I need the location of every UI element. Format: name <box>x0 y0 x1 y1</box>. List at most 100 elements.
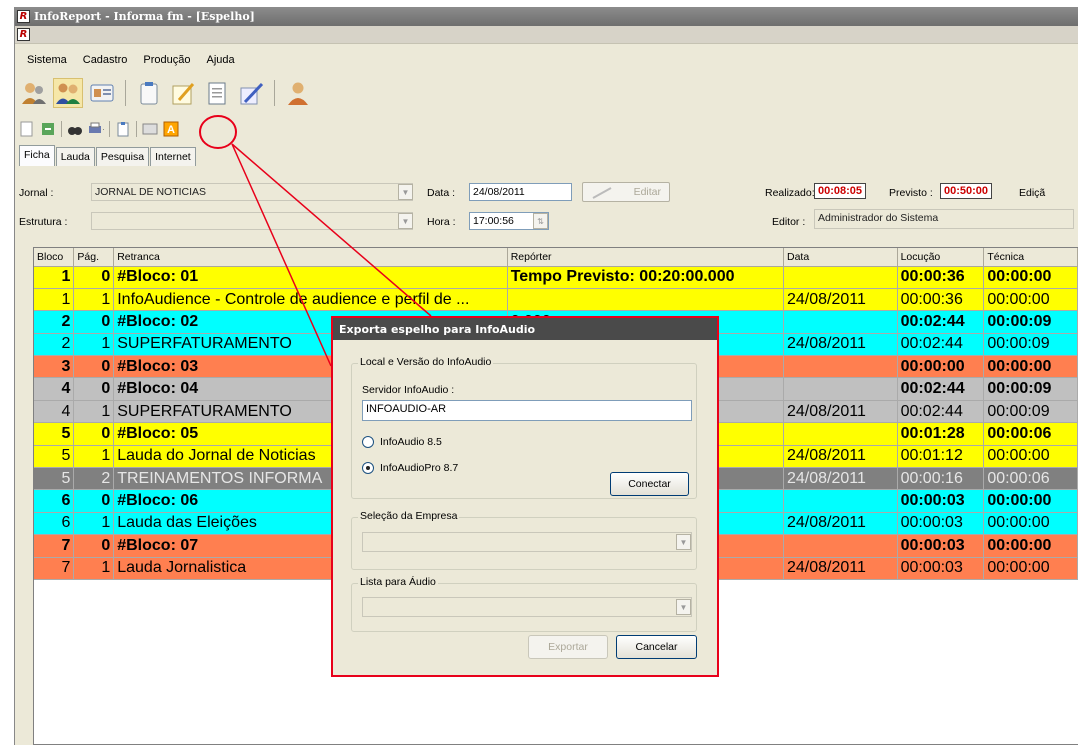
list-icon[interactable] <box>142 121 158 137</box>
col-pag[interactable]: Pág. <box>73 248 115 267</box>
cell-tecnica[interactable]: 00:00:00 <box>983 489 1078 513</box>
cell-data[interactable]: 24/08/2011 <box>783 400 898 424</box>
cell-pag[interactable]: 0 <box>73 377 115 401</box>
cell-bloco[interactable]: 7 <box>34 557 75 580</box>
estrutura-dropdown[interactable] <box>91 212 413 230</box>
radio-button[interactable] <box>362 436 374 448</box>
menu-ajuda[interactable]: Ajuda <box>206 54 234 66</box>
cell-data[interactable] <box>783 355 898 379</box>
lista-dropdown[interactable] <box>362 597 692 617</box>
cell-retranca[interactable]: #Bloco: 01 <box>113 266 508 289</box>
profile-icon[interactable] <box>283 78 313 108</box>
new-document-icon[interactable] <box>19 121 35 137</box>
data-field[interactable]: 24/08/2011 <box>469 183 572 201</box>
pen-document-icon[interactable] <box>236 78 266 108</box>
col-bloco[interactable]: Bloco <box>34 248 75 267</box>
cell-tecnica[interactable]: 00:00:09 <box>983 333 1078 357</box>
cell-bloco[interactable]: 5 <box>34 445 75 469</box>
cell-bloco[interactable]: 4 <box>34 400 75 424</box>
menu-cadastro[interactable]: Cadastro <box>83 54 128 66</box>
cell-tecnica[interactable]: 00:00:00 <box>983 534 1078 558</box>
cell-locucao[interactable]: 00:01:12 <box>897 445 985 469</box>
cell-locucao[interactable]: 00:00:03 <box>897 534 985 558</box>
cell-bloco[interactable]: 6 <box>34 489 75 513</box>
export-infoaudio-icon[interactable]: A <box>163 121 179 137</box>
cell-tecnica[interactable]: 00:00:00 <box>983 512 1078 536</box>
cell-pag[interactable]: 0 <box>73 266 115 289</box>
cell-pag[interactable]: 1 <box>73 333 115 357</box>
col-tecnica[interactable]: Técnica <box>983 248 1078 267</box>
block-header-row[interactable]: 1 0 #Bloco: 01 Tempo Previsto: 00:20:00.000… <box>34 266 1078 289</box>
col-reporter[interactable]: Repórter <box>507 248 784 267</box>
tab-lauda[interactable]: Lauda <box>55 147 95 166</box>
cell-locucao[interactable]: 00:00:03 <box>897 557 985 580</box>
cell-tecnica[interactable]: 00:00:06 <box>983 467 1078 491</box>
cell-bloco[interactable]: 3 <box>34 355 75 379</box>
cell-pag[interactable]: 0 <box>73 534 115 558</box>
cell-tecnica[interactable]: 00:00:09 <box>983 377 1078 401</box>
radio-infoaudiopro-87[interactable]: InfoAudioPro 8.7 <box>362 462 458 474</box>
chevron-down-icon[interactable]: ▼ <box>398 184 413 200</box>
cell-pag[interactable]: 0 <box>73 355 115 379</box>
document-icon[interactable] <box>202 78 232 108</box>
binoculars-icon[interactable] <box>67 121 83 137</box>
empresa-dropdown[interactable] <box>362 532 692 552</box>
cancelar-button[interactable]: Cancelar <box>616 635 697 659</box>
print-dropdown-icon[interactable] <box>88 121 104 137</box>
chevron-down-icon[interactable]: ▼ <box>676 534 691 550</box>
cell-bloco[interactable]: 5 <box>34 467 75 491</box>
cell-data[interactable]: 24/08/2011 <box>783 512 898 536</box>
cell-pag[interactable]: 0 <box>73 310 115 334</box>
menu-sistema[interactable]: Sistema <box>27 54 67 66</box>
cell-pag[interactable]: 1 <box>73 400 115 424</box>
cell-bloco[interactable]: 5 <box>34 422 75 446</box>
cell-bloco[interactable]: 4 <box>34 377 75 401</box>
menu-producao[interactable]: Produção <box>143 54 190 66</box>
cell-locucao[interactable]: 00:01:28 <box>897 422 985 446</box>
cell-locucao[interactable]: 00:00:36 <box>897 266 985 289</box>
radio-button-selected[interactable] <box>362 462 374 474</box>
cell-pag[interactable]: 1 <box>73 445 115 469</box>
cell-bloco[interactable]: 2 <box>34 333 75 357</box>
table-row[interactable]: 1 1 InfoAudience - Controle de audience e … <box>34 288 1078 312</box>
col-locucao[interactable]: Locução <box>897 248 985 267</box>
server-input[interactable]: INFOAUDIO-AR <box>362 400 692 421</box>
cell-pag[interactable]: 1 <box>73 557 115 580</box>
cell-bloco[interactable]: 1 <box>34 288 75 312</box>
users-group-icon[interactable] <box>53 78 83 108</box>
col-retranca[interactable]: Retranca <box>113 248 508 267</box>
clipboard-small-icon[interactable] <box>115 121 131 137</box>
chevron-down-icon[interactable]: ▼ <box>676 599 691 615</box>
cell-data[interactable] <box>783 310 898 334</box>
user-icon[interactable] <box>19 78 49 108</box>
tab-pesquisa[interactable]: Pesquisa <box>95 147 150 166</box>
cell-pag[interactable]: 2 <box>73 467 115 491</box>
mdi-child-icon[interactable]: R <box>17 28 30 41</box>
cell-reporter[interactable]: Tempo Previsto: 00:20:00.000 <box>507 266 784 289</box>
cell-data[interactable]: 24/08/2011 <box>783 445 898 469</box>
pencil-paper-icon[interactable] <box>168 78 198 108</box>
cell-pag[interactable]: 0 <box>73 489 115 513</box>
tab-ficha[interactable]: Ficha <box>19 145 55 166</box>
cell-locucao[interactable]: 00:00:00 <box>897 355 985 379</box>
tab-internet[interactable]: Internet <box>150 147 196 166</box>
cell-tecnica[interactable]: 00:00:00 <box>983 288 1078 312</box>
cell-tecnica[interactable]: 00:00:00 <box>983 445 1078 469</box>
cell-data[interactable]: 24/08/2011 <box>783 288 898 312</box>
cell-locucao[interactable]: 00:02:44 <box>897 333 985 357</box>
cell-pag[interactable]: 1 <box>73 512 115 536</box>
jornal-dropdown[interactable]: JORNAL DE NOTICIAS <box>91 183 413 201</box>
cell-tecnica[interactable]: 00:00:09 <box>983 310 1078 334</box>
cell-bloco[interactable]: 7 <box>34 534 75 558</box>
cell-data[interactable]: 24/08/2011 <box>783 467 898 491</box>
cell-data[interactable] <box>783 534 898 558</box>
cell-reporter[interactable] <box>507 288 784 312</box>
cell-data[interactable] <box>783 266 898 289</box>
cell-data[interactable]: 24/08/2011 <box>783 333 898 357</box>
cell-tecnica[interactable]: 00:00:00 <box>983 266 1078 289</box>
cell-data[interactable] <box>783 377 898 401</box>
cell-data[interactable] <box>783 422 898 446</box>
cell-locucao[interactable]: 00:00:36 <box>897 288 985 312</box>
cell-locucao[interactable]: 00:00:03 <box>897 512 985 536</box>
cell-data[interactable] <box>783 489 898 513</box>
